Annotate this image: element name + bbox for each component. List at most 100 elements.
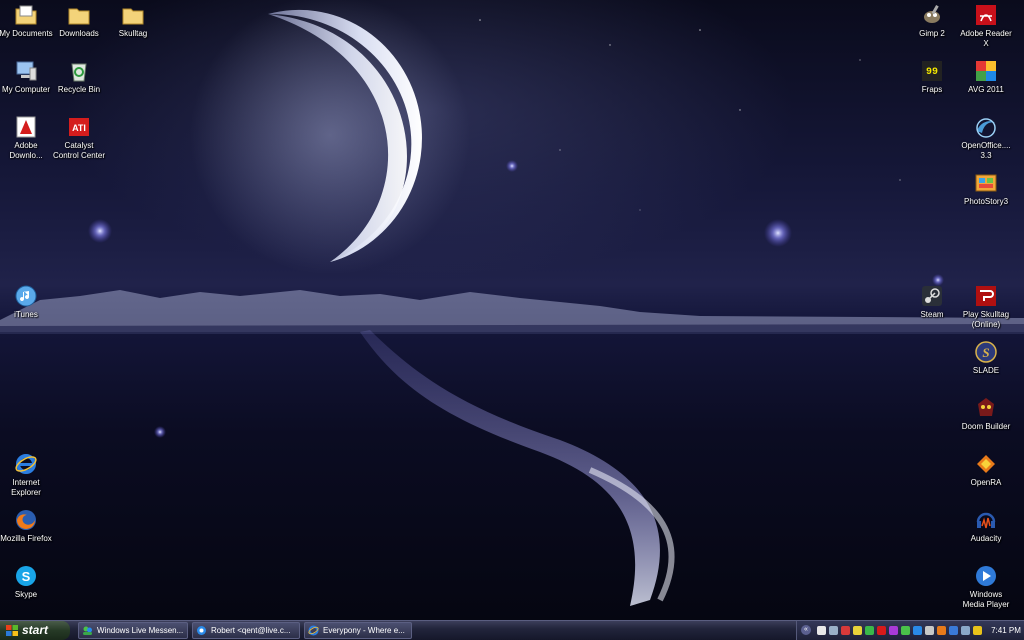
desktop-icon-audacity[interactable]: Audacity	[956, 508, 1016, 544]
desktop-icon-photostory[interactable]: PhotoStory3	[956, 171, 1016, 207]
audacity-icon	[976, 512, 996, 529]
desktop-icon-openra[interactable]: OpenRA	[956, 452, 1016, 488]
media-player-icon	[976, 566, 996, 586]
desktop-icon-label: Audacity	[970, 534, 1002, 543]
fraps-icon: 99	[922, 61, 942, 81]
desktop-icon-label: Mozilla Firefox	[0, 534, 52, 543]
desktop-icon-label: Gimp 2	[919, 29, 945, 38]
folder-icon	[68, 8, 90, 25]
skulltag-tray-icon[interactable]	[841, 626, 850, 635]
desktop-icon-adobe-download[interactable]: Adobe Downlo...	[0, 115, 56, 161]
desktop-icon-doom-builder[interactable]: Doom Builder	[956, 396, 1016, 432]
desktop-icon-openoffice[interactable]: OpenOffice.... 3.3	[956, 115, 1016, 161]
system-tray: « 7:41 PM	[796, 621, 1024, 640]
app-tray-icon[interactable]	[901, 626, 910, 635]
desktop-icon-label: Skype	[14, 590, 38, 599]
search-tray-icon[interactable]	[925, 626, 934, 635]
desktop-icon-windows-media-player[interactable]: Windows Media Player	[956, 564, 1016, 610]
desktop-icon-catalyst[interactable]: ATI Catalyst Control Center	[49, 115, 109, 161]
messenger-icon	[83, 626, 92, 635]
slade-icon: S	[975, 341, 997, 363]
adobe-icon	[16, 116, 36, 138]
desktop-icon-label: iTunes	[14, 310, 38, 319]
start-button[interactable]: start	[0, 621, 70, 640]
taskbar-button-label: Everypony - Where e...	[323, 626, 405, 635]
desktop-icon-skype[interactable]: S Skype	[0, 564, 56, 600]
windows-flag-icon	[6, 625, 18, 636]
openoffice-icon	[976, 118, 996, 138]
skype-tray-icon[interactable]	[889, 626, 898, 635]
svg-text:ATI: ATI	[72, 123, 86, 133]
desktop-icon-fraps[interactable]: 99 Fraps	[902, 59, 962, 95]
desktop-icon-skulltag-folder[interactable]: Skulltag	[103, 3, 163, 39]
security-shield-icon[interactable]	[973, 626, 982, 635]
openra-icon	[977, 455, 995, 473]
taskbar-button-label: Windows Live Messen...	[97, 626, 184, 635]
steam-icon	[922, 286, 942, 306]
desktop-icon-label: Downloads	[59, 29, 99, 38]
adobe-reader-icon	[976, 5, 996, 25]
desktop-icon-label: Doom Builder	[961, 422, 1011, 431]
desktop-icon-label: Adobe Downlo...	[9, 141, 43, 160]
folder-documents-icon	[15, 5, 37, 25]
desktop-icon-label: Play Skulltag (Online)	[962, 310, 1010, 329]
start-label: start	[22, 623, 49, 637]
wallpaper-scene	[0, 0, 1024, 606]
taskbar-button-browser[interactable]: Everypony - Where e...	[304, 622, 412, 639]
desktop-icon-label: My Computer	[1, 85, 50, 94]
ati-icon: ATI	[69, 118, 89, 136]
wireless-icon[interactable]	[961, 626, 970, 635]
desktop-icon-recycle-bin[interactable]: Recycle Bin	[49, 59, 109, 95]
desktop-icon-label: Steam	[920, 310, 944, 319]
desktop-icon-itunes[interactable]: iTunes	[0, 284, 56, 320]
desktop-icon-label: Skulltag	[118, 29, 148, 38]
folder-icon	[122, 8, 144, 25]
itunes-icon	[15, 285, 37, 307]
desktop-icon-my-documents[interactable]: My Documents	[0, 3, 56, 39]
desktop-icon-mozilla-firefox[interactable]: Mozilla Firefox	[0, 508, 56, 544]
volume-icon[interactable]	[949, 626, 958, 635]
clock[interactable]: 7:41 PM	[987, 621, 1024, 640]
app-tray-icon-3[interactable]	[937, 626, 946, 635]
desktop-icon-avg[interactable]: AVG 2011	[956, 59, 1016, 95]
messenger-chat-icon	[197, 626, 206, 635]
ie-icon	[15, 454, 37, 474]
desktop-icon-label: Catalyst Control Center	[52, 141, 106, 160]
skulltag-icon	[976, 286, 996, 306]
computer-icon	[16, 61, 37, 81]
network-icon[interactable]	[817, 626, 826, 635]
desktop-icon-adobe-reader[interactable]: Adobe Reader X	[956, 3, 1016, 49]
fraps-tray-icon[interactable]	[853, 626, 862, 635]
desktop-icon-downloads[interactable]: Downloads	[49, 3, 109, 39]
desktop-icon-label: SLADE	[972, 366, 1000, 375]
skype-icon: S	[16, 566, 36, 586]
messenger-tray-icon[interactable]	[865, 626, 874, 635]
svg-text:S: S	[22, 569, 31, 584]
desktop-icon-label: My Documents	[0, 29, 53, 38]
desktop-icon-my-computer[interactable]: My Computer	[0, 59, 56, 95]
gimp-icon	[924, 5, 940, 23]
desktop-icon-label: Recycle Bin	[57, 85, 101, 94]
taskbar-button-label: Robert <qent@live.c...	[211, 626, 291, 635]
desktop-icon-label: Adobe Reader X	[960, 29, 1012, 48]
app-tray-icon-2[interactable]	[913, 626, 922, 635]
desktop-icon-steam[interactable]: Steam	[902, 284, 962, 320]
tray-expand-button[interactable]: «	[801, 625, 811, 635]
taskbar-button-messenger[interactable]: Windows Live Messen...	[78, 622, 188, 639]
ie-icon	[308, 625, 319, 636]
recycle-bin-icon	[71, 63, 87, 82]
desktop-icon-label: Fraps	[921, 85, 943, 94]
desktop-icon-slade[interactable]: S SLADE	[956, 340, 1016, 376]
desktop-icon-gimp[interactable]: Gimp 2	[902, 3, 962, 39]
taskbar-button-chat[interactable]: Robert <qent@live.c...	[192, 622, 300, 639]
svg-text:99: 99	[926, 67, 938, 78]
avg-icon	[976, 61, 996, 81]
svg-text:S: S	[982, 345, 989, 360]
photostory-icon	[975, 174, 997, 192]
desktop-icon-label: OpenRA	[970, 478, 1002, 487]
steam-tray-icon[interactable]	[829, 626, 838, 635]
desktop-icon-internet-explorer[interactable]: Internet Explorer	[0, 452, 56, 498]
desktop-icon-label: PhotoStory3	[963, 197, 1009, 206]
ati-tray-icon[interactable]	[877, 626, 886, 635]
desktop-icon-play-skulltag[interactable]: Play Skulltag (Online)	[956, 284, 1016, 330]
